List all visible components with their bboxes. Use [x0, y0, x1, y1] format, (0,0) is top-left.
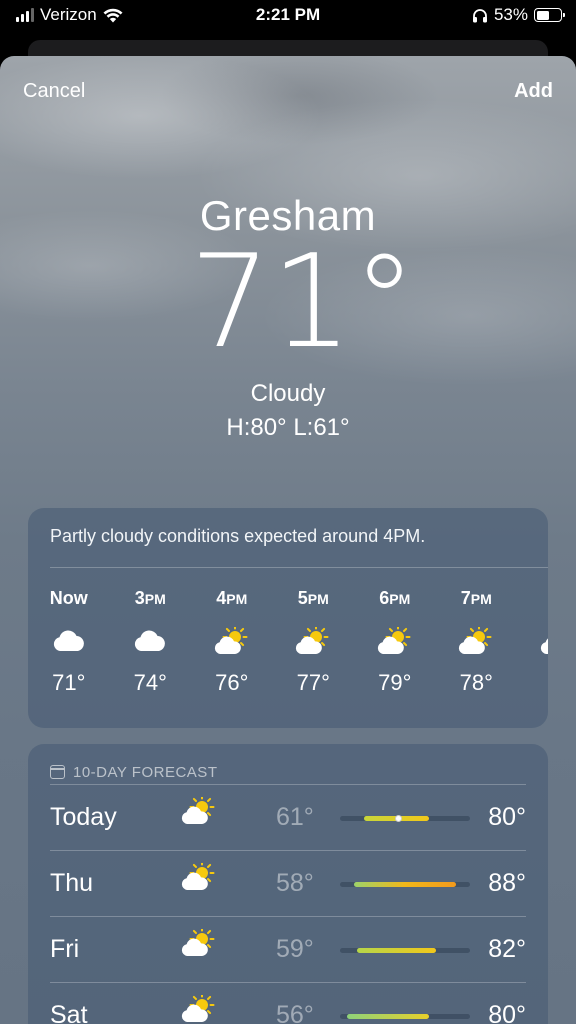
condition-text: Cloudy [250, 380, 326, 407]
hour-temperature: 71° [52, 670, 86, 695]
temperature-range-fill [357, 948, 436, 953]
hourly-row[interactable]: Now 71° 3PM 74° 4PM 76° 5PM 77° 6PM 79° 7PM 78° 87 [28, 588, 548, 696]
day-row[interactable]: Today 61° 80° [50, 784, 526, 850]
current-temperature: 71° [189, 228, 417, 377]
partly-cloudy-icon [180, 926, 218, 962]
status-right: 53% [472, 5, 565, 25]
day-name: Thu [50, 869, 94, 897]
battery-fill [536, 10, 549, 20]
current-temp-dot [394, 815, 402, 822]
hour-label: 4PM [216, 588, 248, 608]
day-low-temperature: 56° [276, 1001, 314, 1024]
partly-cloudy-icon [457, 614, 495, 668]
partly-cloudy-icon [180, 992, 218, 1024]
current-conditions: Gresham 71° Cloudy H:80° L:61° [0, 192, 576, 442]
day-high-temperature: 80° [488, 803, 526, 831]
hour-temperature: 77° [296, 670, 330, 695]
temperature-range-bar [340, 882, 470, 887]
ten-day-header: 10-DAY FORECAST [28, 744, 548, 784]
battery-icon [534, 8, 565, 22]
hour-item: 7PM 78° [436, 588, 518, 696]
day-name: Fri [50, 935, 80, 963]
temperature-range-bar [340, 1014, 470, 1019]
day-low-temperature: 58° [276, 869, 314, 897]
hour-temperature: 78° [459, 670, 493, 695]
hourly-forecast-card[interactable]: Partly cloudy conditions expected around… [28, 508, 548, 728]
day-high-temperature: 88° [488, 869, 526, 897]
add-button[interactable]: Add [514, 80, 553, 103]
hour-item: 3PM 74° [110, 588, 192, 696]
partly-cloudy-icon [180, 860, 218, 896]
day-low-temperature: 61° [276, 803, 314, 831]
hour-temperature: 79° [378, 670, 412, 695]
ten-day-header-label: 10-DAY FORECAST [73, 763, 218, 781]
status-bar: Verizon 2:21 PM 53% [0, 0, 576, 32]
day-list: Today 61° 80° Thu 58° 88° Fri 59° 82° Sat 56° 80° [28, 784, 548, 1024]
headphones-icon [472, 8, 487, 22]
partly-cloudy-icon [376, 614, 414, 668]
day-high-temperature: 80° [488, 1001, 526, 1024]
hour-label: 5PM [297, 588, 329, 608]
temperature-range-bar [340, 948, 470, 953]
day-row[interactable]: Fri 59° 82° [50, 916, 526, 982]
hour-label: 6PM [379, 588, 411, 608]
hour-item: Now 71° [28, 588, 110, 696]
hour-item: 87 [517, 588, 548, 696]
temperature-range-bar [340, 815, 470, 822]
hour-label: Now [49, 588, 88, 608]
temperature-range-fill [346, 1014, 430, 1019]
hour-temperature: 76° [215, 670, 249, 695]
temperature-range-fill [353, 882, 457, 887]
calendar-icon [50, 765, 65, 779]
partly-cloudy-icon [213, 614, 251, 668]
partly-cloudy-icon [294, 614, 332, 668]
day-row[interactable]: Sat 56° 80° [50, 982, 526, 1024]
divider [50, 567, 548, 568]
day-name: Sat [50, 1001, 88, 1024]
hour-label: 3PM [134, 588, 166, 608]
day-name: Today [50, 803, 117, 831]
partly-cloudy-icon [180, 794, 218, 830]
cloud-icon [133, 614, 167, 668]
hour-item: 5PM 77° [273, 588, 355, 696]
cancel-button[interactable]: Cancel [23, 80, 85, 103]
high-low-text: H:80° L:61° [226, 414, 350, 441]
partly-cloudy-icon [539, 614, 548, 668]
hour-temperature: 74° [133, 670, 167, 695]
hourly-summary: Partly cloudy conditions expected around… [50, 526, 426, 546]
day-high-temperature: 82° [488, 935, 526, 963]
hour-label: 7PM [460, 588, 492, 608]
hour-item: 4PM 76° [191, 588, 273, 696]
cloud-icon [52, 614, 86, 668]
battery-percent: 53% [493, 5, 528, 24]
day-row[interactable]: Thu 58° 88° [50, 850, 526, 916]
ten-day-forecast-card[interactable]: 10-DAY FORECAST Today 61° 80° Thu 58° 88° Fri 5… [28, 744, 548, 1024]
sheet-nav: Cancel Add [0, 80, 576, 110]
weather-sheet: Cancel Add Gresham 71° Cloudy H:80° L:61… [0, 56, 576, 1024]
hour-item: 6PM 79° [354, 588, 436, 696]
day-low-temperature: 59° [276, 935, 314, 963]
